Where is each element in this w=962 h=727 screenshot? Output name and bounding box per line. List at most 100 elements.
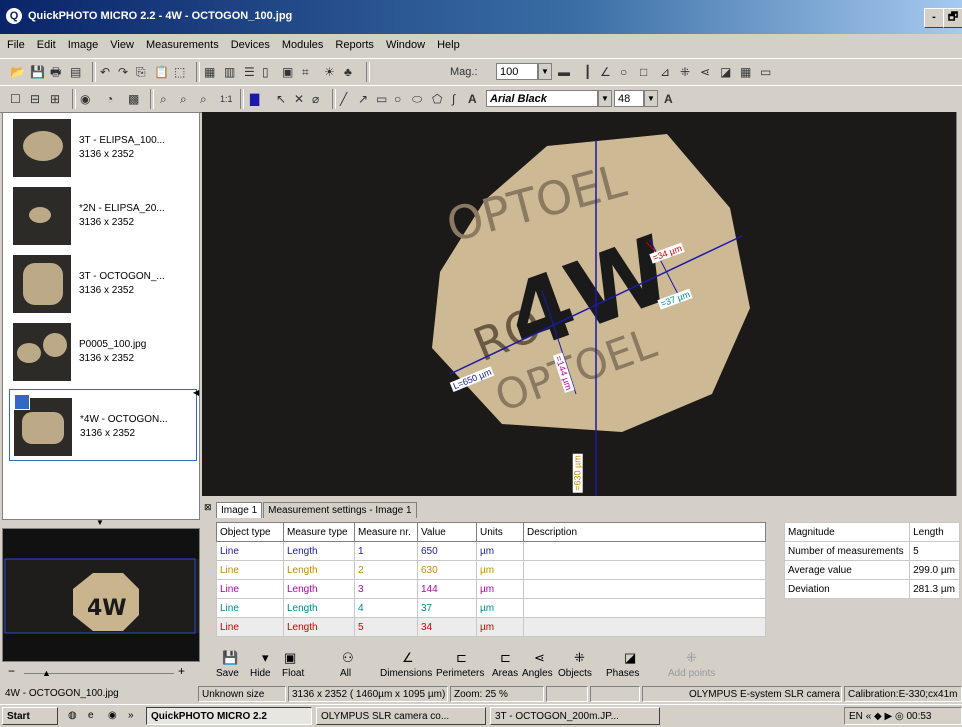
chevron-down-icon[interactable]: ▼ [96, 518, 104, 527]
table-row[interactable]: Line Length 2 630 µm [216, 560, 766, 580]
cell-description[interactable] [523, 541, 766, 561]
restore-button[interactable]: 🗗 [943, 8, 962, 28]
crop-icon[interactable]: ⌗ [302, 63, 309, 81]
arrow-line-icon[interactable]: ↗ [358, 90, 368, 108]
delete-icon[interactable]: ✕ [294, 90, 304, 108]
language-indicator[interactable]: EN [849, 711, 863, 722]
copy-icon[interactable]: ⎘ [136, 63, 146, 81]
camera-icon[interactable]: ◉ [80, 90, 90, 108]
curve-icon[interactable]: ∫ [452, 90, 455, 108]
zoom-fit-icon[interactable]: ⌕ [200, 90, 207, 108]
font-color-icon[interactable]: A [664, 90, 673, 108]
zoom-minus-icon[interactable]: − [8, 664, 15, 678]
slider-handle-icon[interactable]: ▲ [42, 668, 51, 678]
table-row[interactable]: Line Length 4 37 µm [216, 598, 766, 618]
columns-icon[interactable]: ▯ [262, 63, 269, 81]
cell-description[interactable] [523, 560, 766, 580]
scale-bar-icon[interactable]: ▬ [558, 63, 570, 81]
column-header[interactable]: Units [476, 522, 524, 542]
table-row[interactable]: Line Length 3 144 µm [216, 579, 766, 599]
mag-select[interactable]: 100 [496, 63, 538, 80]
taskbar-item-image[interactable]: 3T - OCTOGON_200m.JP... [490, 707, 660, 725]
menu-help[interactable]: Help [430, 36, 465, 51]
print-icon[interactable]: 🖶 [50, 63, 61, 81]
tab-image-1[interactable]: Image 1 [216, 502, 263, 518]
browser-icon[interactable]: ◍ [64, 707, 82, 725]
layout2-icon[interactable]: ▥ [224, 63, 235, 81]
circle-icon[interactable]: ○ [394, 90, 401, 108]
thumbnail-item[interactable]: P0005_100.jpg 3136 x 2352 [9, 321, 195, 385]
app-quicklaunch-icon[interactable]: ◉ [104, 707, 122, 725]
text-tool-icon[interactable]: A [468, 90, 477, 108]
cell-description[interactable] [523, 617, 766, 637]
taskbar-item-quickphoto[interactable]: QuickPHOTO MICRO 2.2 [146, 707, 312, 725]
chevron-right-icon[interactable]: » [124, 707, 142, 725]
start-button[interactable]: Start [2, 707, 58, 725]
redo-icon[interactable]: ↷ [118, 63, 128, 81]
menu-file[interactable]: File [0, 36, 30, 51]
chevron-down-icon[interactable]: ▼ [598, 90, 612, 107]
angle-tool-icon[interactable]: ∠ [600, 63, 611, 81]
undo-icon[interactable]: ↶ [100, 63, 110, 81]
polygon-icon[interactable]: ⬠ [432, 90, 442, 108]
chevron-down-icon[interactable]: ▼ [538, 63, 552, 80]
angles-button[interactable]: Angles [522, 668, 553, 679]
menu-edit[interactable]: Edit [30, 36, 61, 51]
frame-tool-icon[interactable]: ▭ [760, 63, 771, 81]
cell-description[interactable] [523, 598, 766, 618]
circle-tool-icon[interactable]: ○ [620, 63, 627, 81]
table-row-selected[interactable]: Line Length 5 34 µm [216, 617, 766, 637]
eraser-icon[interactable]: ⌀ [312, 90, 319, 108]
thumbnail-item[interactable]: 3T - OCTOGON_... 3136 x 2352 [9, 253, 195, 317]
menu-reports[interactable]: Reports [328, 36, 379, 51]
preview-navigator[interactable]: 4W [2, 528, 200, 662]
column-header[interactable]: Description [523, 522, 766, 542]
vertical-scrollbar[interactable] [956, 112, 962, 496]
ellipse-icon[interactable]: ⬭ [412, 90, 422, 108]
save-icon[interactable]: 💾 [30, 63, 45, 81]
column-header[interactable]: Measure nr. [354, 522, 418, 542]
column-header[interactable]: Object type [216, 522, 284, 542]
perimeters-button[interactable]: Perimeters [436, 668, 484, 679]
line-icon[interactable]: ╱ [340, 90, 347, 108]
thumbnail-item-selected[interactable]: *4W - OCTOGON... 3136 x 2352 [9, 389, 197, 461]
timer-icon[interactable]: ◔ [106, 90, 113, 108]
all-button[interactable]: All [340, 668, 351, 679]
rect-tool-icon[interactable]: □ [640, 63, 647, 81]
line-width-icon[interactable]: ▇ [250, 90, 259, 108]
zoom-1to1-icon[interactable]: 1:1 [220, 90, 233, 108]
properties-icon[interactable]: ▤ [70, 63, 81, 81]
quad-view-icon[interactable]: ⊞ [50, 90, 60, 108]
menu-view[interactable]: View [103, 36, 139, 51]
zoom-slider[interactable]: − ▲ + [2, 662, 198, 684]
zoom-out-icon[interactable]: ⌕ [180, 90, 187, 108]
single-view-icon[interactable]: ☐ [10, 90, 21, 108]
thumbnail-item[interactable]: *2N - ELIPSA_20... 3136 x 2352 [9, 185, 195, 249]
measurement-label-2[interactable]: =630 µm [572, 453, 583, 493]
points-tool-icon[interactable]: ⁜ [680, 63, 690, 81]
pointer-icon[interactable]: ↖ [276, 90, 286, 108]
font-size-select[interactable]: 48 [614, 90, 644, 107]
fill-tool-icon[interactable]: ◪ [720, 63, 731, 81]
close-icon[interactable]: ⊠ [204, 502, 212, 513]
menu-measurements[interactable]: Measurements [139, 36, 224, 51]
cell-description[interactable] [523, 579, 766, 599]
menu-window[interactable]: Window [379, 36, 430, 51]
add-points-button[interactable]: Add points [668, 668, 715, 679]
brightness-icon[interactable]: ☀ [324, 63, 335, 81]
distance-tool-icon[interactable]: ⋖ [700, 63, 710, 81]
hide-button[interactable]: Hide [250, 668, 271, 679]
open-icon[interactable]: 📂 [10, 63, 25, 81]
film-icon[interactable]: ▩ [128, 90, 139, 108]
select-area-icon[interactable]: ⬚ [174, 63, 185, 81]
tab-measurement-settings[interactable]: Measurement settings - Image 1 [263, 502, 417, 518]
window-icon[interactable]: ▣ [282, 63, 293, 81]
grid-tool-icon[interactable]: ▦ [740, 63, 751, 81]
table-row[interactable]: Line Length 1 650 µm [216, 541, 766, 561]
measure-tool-icon[interactable]: ⊿ [660, 63, 670, 81]
dimensions-button[interactable]: Dimensions [380, 668, 432, 679]
zoom-plus-icon[interactable]: + [178, 664, 185, 678]
column-header[interactable]: Measure type [283, 522, 355, 542]
taskbar-item-camera[interactable]: OLYMPUS SLR camera co... [316, 707, 486, 725]
layout-icon[interactable]: ▦ [204, 63, 215, 81]
